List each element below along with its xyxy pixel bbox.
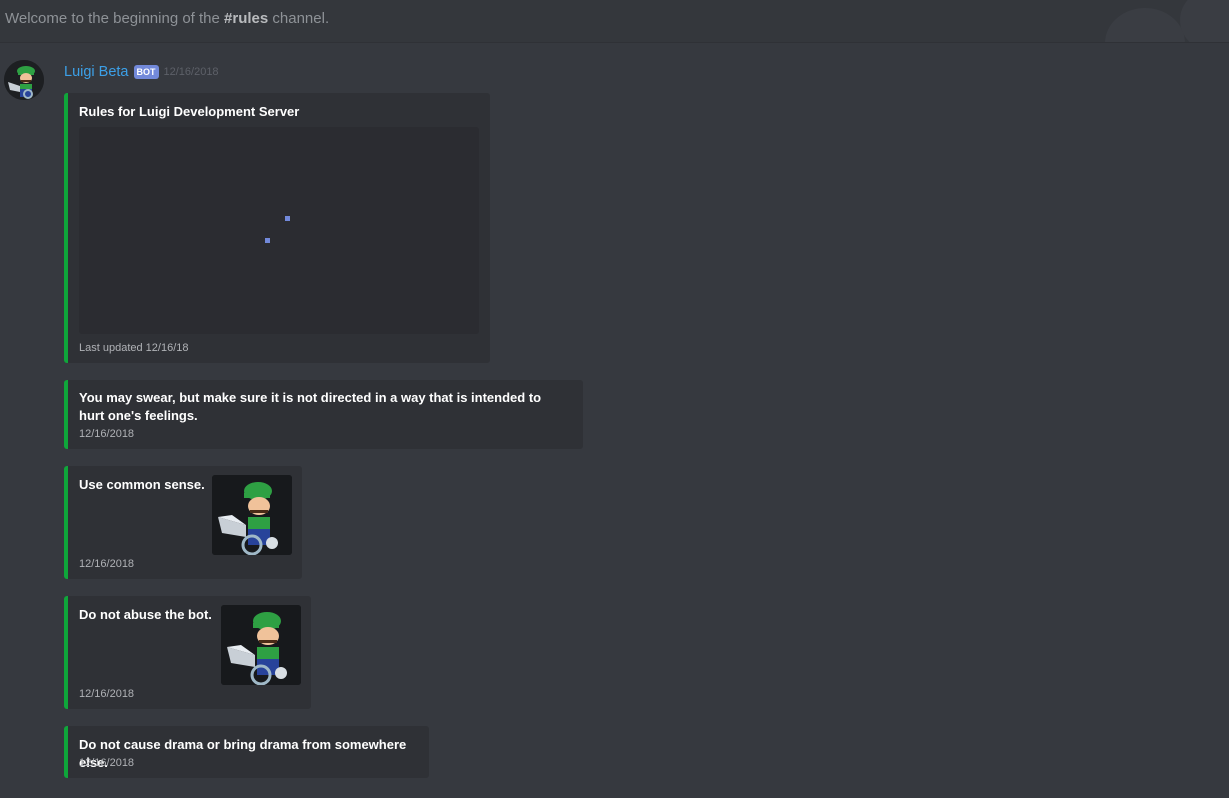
avatar[interactable] [4,60,44,100]
embed-description: Do not abuse the bot. [79,607,212,622]
luigi-thumbnail[interactable] [212,475,292,555]
message-header: Luigi Beta BOT 12/16/2018 [64,62,219,82]
background-decoration [1180,0,1229,42]
embed-description: You may swear, but make sure it is not d… [79,390,542,423]
welcome-prefix: Welcome to the beginning of the [5,10,225,27]
embed-footer: Last updated 12/16/18 [79,342,189,354]
embed-footer: 12/16/2018 [79,428,135,440]
embed-footer: 12/16/2018 [79,757,135,769]
rule-embed: Do not cause drama or bring drama from s… [64,726,429,778]
welcome-suffix: channel. [268,10,330,27]
loading-dot [265,238,270,243]
luigi-image-icon [221,605,301,685]
author-name[interactable]: Luigi Beta [64,64,129,80]
luigi-image-icon [212,475,292,555]
rule-embed: Do not abuse the bot. 12/16/2018 [64,596,311,709]
luigi-avatar-icon [4,60,44,100]
rules-embed-title: Rules for Luigi Development Server Last … [64,93,490,363]
background-decoration [1105,8,1185,42]
channel-welcome: Welcome to the beginning of the #rules c… [5,10,329,27]
embed-image-loading[interactable] [79,127,479,334]
embed-title: Rules for Luigi Development Server [79,104,300,119]
bot-tag: BOT [133,65,159,79]
loading-dot [285,216,290,221]
rule-embed: Use common sense. 12/16/2018 [64,466,302,579]
channel-name[interactable]: #rules [224,10,268,27]
embed-footer: 12/16/2018 [79,558,135,570]
message-timestamp: 12/16/2018 [163,66,219,78]
chat-view: Welcome to the beginning of the #rules c… [0,0,1229,798]
embed-description: Use common sense. [79,477,205,492]
luigi-thumbnail[interactable] [221,605,301,685]
embed-footer: 12/16/2018 [79,688,135,700]
channel-header-band: Welcome to the beginning of the #rules c… [0,0,1229,43]
rule-embed: You may swear, but make sure it is not d… [64,380,583,449]
